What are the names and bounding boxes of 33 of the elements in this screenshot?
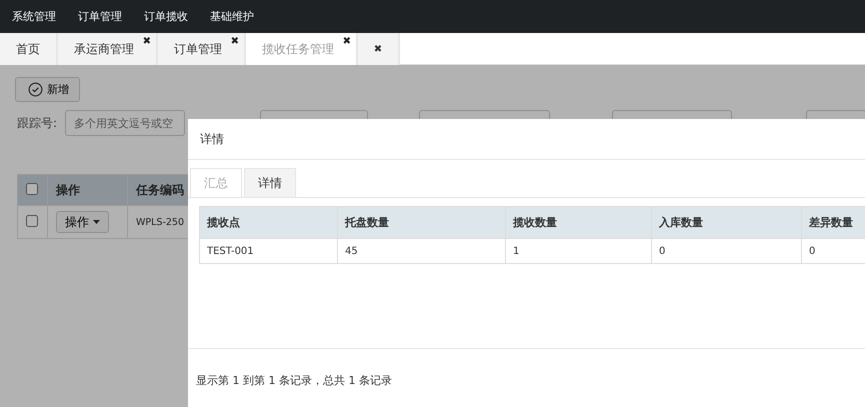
column-header: 托盘数量 (338, 206, 506, 238)
column-header: 揽收点 (200, 206, 338, 238)
add-button[interactable]: 新增 (15, 77, 80, 102)
menu-item[interactable]: 基础维护 (210, 9, 254, 24)
pagination-info: 显示第 1 到第 1 条记录，总共 1 条记录 (196, 374, 392, 387)
page-tab[interactable]: 首页 (0, 33, 58, 65)
menu-item[interactable]: 订单管理 (78, 9, 122, 24)
close-all-tabs-button[interactable]: ✖ (358, 33, 400, 65)
menu-item[interactable]: 系统管理 (12, 9, 56, 24)
dialog-tab[interactable]: 详情 (244, 168, 296, 197)
page-tab[interactable]: 揽收任务管理 ✖ (246, 33, 358, 65)
tracking-number-field[interactable]: 多个用英文逗号或空 (65, 110, 186, 136)
menu-item[interactable]: 订单揽收 (144, 9, 188, 24)
table-cell: 0 (652, 238, 802, 264)
column-header: 揽收数量 (506, 206, 652, 238)
page-tab[interactable]: 订单管理 ✖ (158, 33, 246, 65)
table-cell: 1 (506, 238, 652, 264)
column-header: 入库数量 (652, 206, 802, 238)
action-dropdown-button[interactable]: 操作 (56, 211, 109, 233)
close-icon[interactable]: ✖ (230, 36, 239, 47)
checkbox[interactable] (26, 182, 38, 194)
column-header: 差异数量 (802, 206, 865, 238)
close-icon[interactable]: ✖ (142, 36, 151, 47)
close-icon[interactable]: ✖ (342, 36, 351, 47)
caret-icon (93, 220, 100, 224)
page-tab[interactable]: 承运商管理 ✖ (58, 33, 158, 65)
dialog-title: 详情 (200, 130, 224, 148)
check-circle-icon (28, 82, 43, 97)
checkbox[interactable] (26, 214, 38, 226)
table-cell: TEST-001 (200, 238, 338, 264)
table-cell: 45 (338, 238, 506, 264)
column-header: 操作 (48, 174, 128, 206)
tracking-number-label: 跟踪号: (17, 114, 58, 132)
